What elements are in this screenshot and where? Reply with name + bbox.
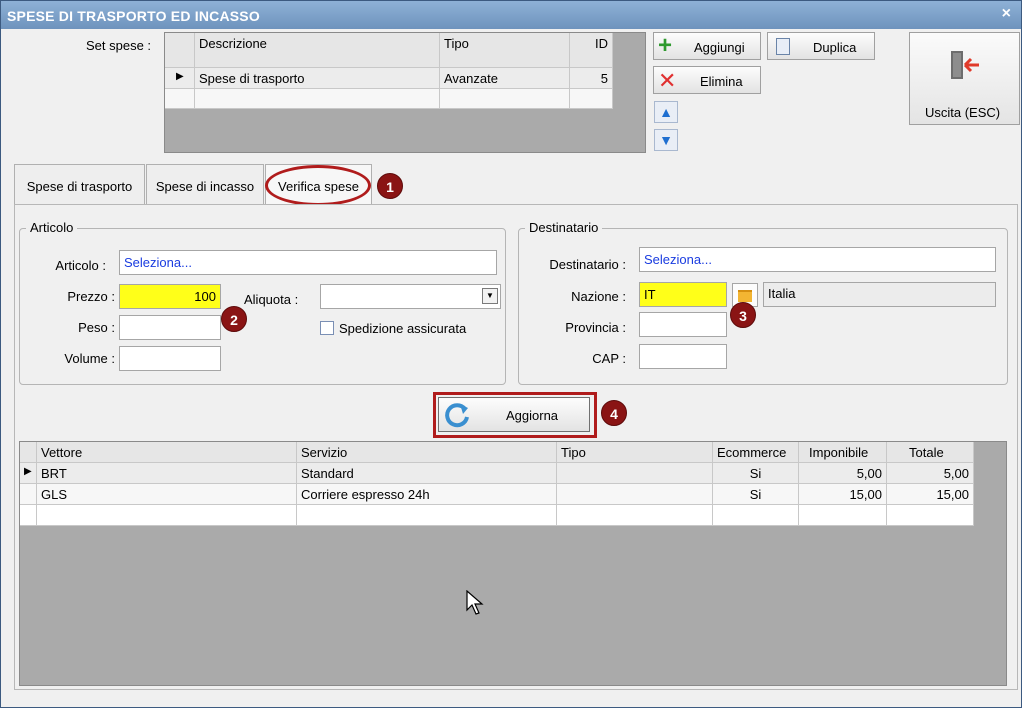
new-row-selector[interactable] — [165, 89, 195, 109]
aggiungi-label: Aggiungi — [694, 40, 745, 55]
spedizione-assicurata-checkbox[interactable] — [320, 321, 334, 335]
table-row-ecommerce[interactable]: Si — [713, 463, 799, 484]
duplica-button[interactable]: Duplica — [767, 32, 875, 60]
nazione-input[interactable]: IT — [639, 282, 727, 307]
duplicate-icon — [776, 38, 790, 55]
annotation-badge-1: 1 — [377, 173, 403, 199]
close-icon[interactable]: × — [1002, 5, 1011, 23]
provincia-input[interactable] — [639, 312, 727, 337]
row-selector[interactable] — [20, 484, 37, 505]
table-row-servizio[interactable]: Corriere espresso 24h — [297, 484, 557, 505]
column-header-descrizione[interactable]: Descrizione — [195, 33, 440, 68]
duplica-label: Duplica — [813, 40, 857, 55]
spedizione-assicurata-label: Spedizione assicurata — [339, 321, 467, 336]
new-row-cell[interactable] — [195, 89, 440, 109]
table-row-descrizione[interactable]: Spese di trasporto — [195, 68, 440, 89]
delete-icon: ✕ — [658, 68, 677, 93]
column-header-tipo[interactable]: Tipo — [440, 33, 570, 68]
volume-label: Volume : — [64, 351, 115, 366]
tab-spese-di-trasporto[interactable]: Spese di trasporto — [14, 164, 145, 205]
row-indicator-icon: ▶ — [20, 463, 37, 484]
destinatario-label: Destinatario : — [549, 257, 626, 272]
articolo-input[interactable]: Seleziona... — [119, 250, 497, 275]
move-up-button[interactable]: ▲ — [654, 101, 678, 123]
uscita-label: Uscita (ESC) — [925, 105, 1001, 120]
new-row-cell[interactable] — [887, 505, 974, 526]
results-grid[interactable]: Vettore Servizio Tipo Ecommerce Imponibi… — [19, 441, 1007, 686]
aggiungi-button[interactable]: + Aggiungi — [653, 32, 761, 60]
elimina-label: Elimina — [700, 74, 743, 89]
annotation-badge-4: 4 — [601, 400, 627, 426]
table-row-totale[interactable]: 15,00 — [887, 484, 974, 505]
chevron-down-icon[interactable]: ▼ — [482, 288, 498, 304]
column-header-totale[interactable]: Totale — [887, 442, 974, 463]
new-row-cell[interactable] — [713, 505, 799, 526]
plus-icon: + — [658, 32, 673, 59]
peso-label: Peso : — [78, 320, 115, 335]
folder-icon — [738, 290, 752, 302]
column-header-vettore[interactable]: Vettore — [37, 442, 297, 463]
prezzo-input[interactable]: 100 — [119, 284, 221, 309]
new-row-cell[interactable] — [557, 505, 713, 526]
articolo-legend: Articolo — [26, 220, 78, 235]
table-row-tipo[interactable]: Avanzate — [440, 68, 570, 89]
grid-corner-cell — [20, 442, 37, 463]
set-spese-grid[interactable]: Descrizione Tipo ID ▶ Spese di trasporto… — [164, 32, 646, 153]
uscita-button[interactable]: Uscita (ESC) — [909, 32, 1020, 125]
set-spese-label: Set spese : — [86, 38, 152, 53]
peso-input[interactable] — [119, 315, 221, 340]
annotation-ellipse — [265, 165, 371, 206]
aliquota-select[interactable]: ▼ — [320, 284, 501, 309]
table-row-id[interactable]: 5 — [570, 68, 613, 89]
annotation-badge-3: 3 — [730, 302, 756, 328]
title-bar: SPESE DI TRASPORTO ED INCASSO × — [1, 1, 1021, 29]
new-row-selector[interactable] — [20, 505, 37, 526]
move-down-button[interactable]: ▼ — [654, 129, 678, 151]
new-row-cell[interactable] — [440, 89, 570, 109]
table-row-tipo[interactable] — [557, 463, 713, 484]
table-row-imponibile[interactable]: 15,00 — [799, 484, 887, 505]
new-row-cell[interactable] — [297, 505, 557, 526]
arrow-up-icon: ▲ — [659, 104, 673, 120]
row-indicator-icon: ▶ — [165, 68, 195, 89]
cap-label: CAP : — [592, 351, 626, 366]
table-row-vettore[interactable]: GLS — [37, 484, 297, 505]
column-header-id[interactable]: ID — [570, 33, 613, 68]
grid-corner-cell — [165, 33, 195, 68]
cap-input[interactable] — [639, 344, 727, 369]
new-row-cell[interactable] — [799, 505, 887, 526]
destinatario-legend: Destinatario — [525, 220, 603, 235]
aliquota-label: Aliquota : — [244, 292, 299, 307]
aggiorna-button[interactable]: Aggiorna — [438, 397, 590, 432]
arrow-down-icon: ▼ — [659, 132, 673, 148]
nazione-name-display: Italia — [763, 282, 996, 307]
table-row-tipo[interactable] — [557, 484, 713, 505]
table-row-totale[interactable]: 5,00 — [887, 463, 974, 484]
volume-input[interactable] — [119, 346, 221, 371]
column-header-servizio[interactable]: Servizio — [297, 442, 557, 463]
annotation-badge-2: 2 — [221, 306, 247, 332]
new-row-cell[interactable] — [37, 505, 297, 526]
refresh-icon — [445, 403, 469, 428]
elimina-button[interactable]: ✕ Elimina — [653, 66, 761, 94]
exit-door-icon — [951, 51, 979, 79]
main-window: SPESE DI TRASPORTO ED INCASSO × Set spes… — [0, 0, 1022, 708]
destinatario-input[interactable]: Seleziona... — [639, 247, 996, 272]
table-row-ecommerce[interactable]: Si — [713, 484, 799, 505]
window-title: SPESE DI TRASPORTO ED INCASSO — [7, 8, 260, 24]
column-header-tipo[interactable]: Tipo — [557, 442, 713, 463]
table-row-vettore[interactable]: BRT — [37, 463, 297, 484]
aggiorna-label: Aggiorna — [506, 408, 559, 423]
tab-spese-di-incasso[interactable]: Spese di incasso — [146, 164, 264, 205]
new-row-cell[interactable] — [570, 89, 613, 109]
prezzo-label: Prezzo : — [67, 289, 115, 304]
provincia-label: Provincia : — [565, 320, 626, 335]
column-header-imponibile[interactable]: Imponibile — [799, 442, 887, 463]
table-row-imponibile[interactable]: 5,00 — [799, 463, 887, 484]
mouse-cursor-icon — [466, 590, 484, 615]
articolo-label: Articolo : — [55, 258, 106, 273]
column-header-ecommerce[interactable]: Ecommerce — [713, 442, 799, 463]
nazione-label: Nazione : — [571, 289, 626, 304]
table-row-servizio[interactable]: Standard — [297, 463, 557, 484]
